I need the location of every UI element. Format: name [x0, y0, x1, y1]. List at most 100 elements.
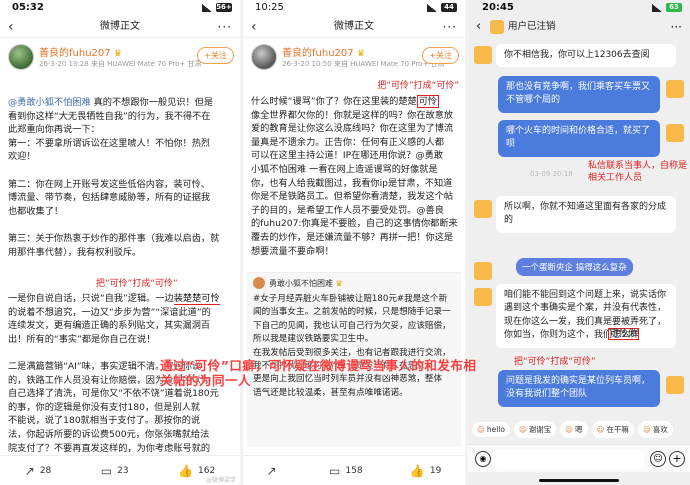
- contact-avatar[interactable]: [474, 200, 492, 218]
- sticker-message[interactable]: 一个蛋断央企 搞得这么复杂: [516, 258, 633, 276]
- contact-avatar[interactable]: [490, 20, 504, 34]
- avatar[interactable]: [8, 44, 34, 70]
- quick-reply-chip[interactable]: ☺ 在干嘛: [591, 420, 634, 438]
- message-bubble-incoming: 所以啊，你就不知道这里面有各家的分成的: [496, 196, 676, 233]
- quick-reply-chip[interactable]: ☺ 喜欢: [637, 420, 673, 438]
- message-input[interactable]: [496, 449, 644, 469]
- post-line: 不能说，说了180就相当于支付了。那按你的说: [8, 415, 201, 427]
- mention-link[interactable]: @勇敢小狐不怕困难: [8, 97, 91, 108]
- weibo-post-screen-2: 10:25 44 ‹ 微博正文 ··· 善良的fuhu207 ♛ 26-3-20…: [243, 0, 465, 485]
- status-bar: 10:25 44: [243, 0, 465, 16]
- post-line: 出！所有的“事实”都是你自己在说！: [8, 333, 156, 345]
- page-title: 微博正文: [100, 21, 140, 32]
- post-line: 的说着不想追究，一边又“步步为营”“深谙此道”的: [8, 306, 211, 318]
- typo-highlight-box: 可怜: [416, 95, 440, 108]
- follow-button[interactable]: +关注: [197, 47, 234, 64]
- post-line: 什么时候“谩骂”你了？你在这里装的楚楚 可怜: [251, 95, 440, 108]
- comment-icon: ▭: [329, 463, 341, 478]
- action-bar: ↗ ▭ 158 👍 19: [243, 455, 465, 485]
- author-name-link[interactable]: 善良的fuhu207 ♛: [39, 44, 122, 59]
- post-line: 欢迎！: [8, 151, 36, 163]
- post-body: @勇敢小狐不怕困难 真的不想跟你一般见识！但是 看到你这样“大无畏牺牲自我”的行…: [8, 96, 236, 259]
- repost-button[interactable]: ↗ 28: [25, 464, 52, 478]
- comment-button[interactable]: ▭ 23: [101, 464, 129, 478]
- post-line: 连续发文，更有编造正确的系列贴文，其实漏洞百: [8, 320, 211, 332]
- post-line: 博流量、带节奏，包括肆意威胁等，所有的证据我: [8, 192, 211, 204]
- status-time: 10:25: [255, 2, 284, 13]
- message-bubble-incoming: 咱们能不能回到这个问题上来，说实话你遇到这个事确实是个案，并没有代表性，现在你这…: [496, 284, 676, 348]
- annotation-contact: 私信联系当事人，自称是相关工作人员: [588, 161, 688, 183]
- post-line: 量真是不遗余力。正告你：任何有正义感的人都: [251, 136, 444, 148]
- battery-indicator: 63: [666, 3, 682, 12]
- page-title: 微博正文: [334, 21, 374, 32]
- emoji-icon[interactable]: ☺: [650, 451, 666, 467]
- quick-reply-bar: ☺ hello ☺ 谢谢宝 ☺ 嗯 ☺ 在干嘛 ☺ 喜欢: [468, 418, 690, 440]
- crown-icon: ♛: [356, 49, 365, 59]
- like-icon: 👍: [409, 463, 425, 478]
- more-icon[interactable]: ···: [443, 16, 457, 38]
- my-avatar[interactable]: [666, 124, 684, 142]
- top-nav: ‹ 微博正文 ···: [0, 16, 240, 38]
- message-input-bar: ◉ ☺ +: [468, 444, 690, 472]
- back-icon[interactable]: ‹: [251, 16, 257, 38]
- quick-reply-chip[interactable]: ☺ 嗯: [560, 420, 588, 438]
- back-icon[interactable]: ‹: [476, 16, 481, 38]
- contact-avatar[interactable]: [474, 46, 492, 64]
- battery-indicator: 56+: [216, 3, 232, 12]
- like-count: 162: [198, 465, 216, 476]
- post-line: 子的目的，是希望工作人员不要受处罚。@善良: [251, 204, 444, 216]
- back-icon[interactable]: ‹: [8, 16, 14, 38]
- quick-reply-chip[interactable]: ☺ hello: [472, 421, 510, 437]
- contact-avatar[interactable]: [474, 288, 492, 306]
- post-line: [8, 164, 236, 178]
- emoji-icon: ☺: [596, 424, 605, 434]
- comment-button[interactable]: ▭ 158: [329, 464, 363, 478]
- follow-button[interactable]: +关注: [422, 47, 459, 64]
- post-line: 你，也有人给我截图过，我看你ip是甘肃，不知道: [251, 177, 453, 189]
- quoted-line: 语气还是比较温柔，甚至有点唯唯诺诺。: [253, 387, 408, 398]
- post-line: 也都收集了！: [8, 205, 64, 217]
- more-icon[interactable]: ···: [218, 16, 232, 38]
- signal-icon: [202, 3, 212, 12]
- post-line: 的事，你的逻辑是你没有支付180，但是别人就: [8, 401, 201, 413]
- post-meta: 26-3-20 10:50 来自 HUAWEI Mate 70 Pro+ 甘肃: [282, 60, 445, 68]
- highlighted-phrase: 装楚楚可怜: [173, 293, 220, 305]
- message-bubble-outgoing: 那也没有竞争啊，我们乘客买车票又不管哪个局的: [498, 76, 660, 113]
- post-line: 爱的教育是让你这么没底线吗？你在这里为了博流: [251, 123, 454, 135]
- message-bubble-incoming: 你不相信我，你可以上12306去查阅: [496, 44, 676, 68]
- my-avatar[interactable]: [666, 376, 684, 394]
- quoted-line: 下自己的见闻，我也认可自己行为欠妥，应该赔偿，: [253, 320, 451, 331]
- like-button[interactable]: 👍 19: [410, 464, 441, 478]
- quoted-line: 所以我是建议铁路要实卫生中。: [253, 334, 374, 345]
- post-line: 想要流量不要命啊！: [251, 245, 334, 257]
- avatar[interactable]: [251, 44, 277, 70]
- post-line: 院支付了？不要再直发这样的，为你考虑账号就的: [8, 442, 211, 454]
- weibo-post-screen-1: 05:32 56+ ‹ 微博正文 ··· 善良的fuhu207 ♛ 26-3-2…: [0, 0, 240, 485]
- signal-icon: [652, 3, 662, 12]
- private-chat-screen: 20:45 63 ‹ 用户已注销 ··· 你不相信我，你可以上12306去查阅 …: [468, 0, 690, 485]
- quoted-author-row: 勇敢小狐不怕困难 ♛: [247, 273, 461, 293]
- voice-icon[interactable]: ◉: [475, 451, 491, 467]
- post-line: 看到你这样“大无畏牺牲自我”的行为，我不得不在: [8, 110, 211, 122]
- my-avatar[interactable]: [666, 80, 684, 98]
- more-icon[interactable]: ···: [671, 16, 682, 38]
- post-line: 一是你自说自话，只说“自我”逻辑。一边装楚楚可怜: [8, 293, 220, 305]
- repost-button[interactable]: ↗: [267, 464, 282, 478]
- quoted-line: 闻的当事女主。之前发帖的时候，只是想随手记录一: [253, 307, 451, 318]
- repost-icon: ↗: [266, 463, 277, 478]
- chat-title: 用户已注销: [508, 21, 556, 32]
- author-name-link[interactable]: 善良的fuhu207 ♛: [282, 44, 365, 59]
- post-line: 此郑重向你再说一下：: [8, 124, 100, 136]
- quick-reply-chip[interactable]: ☺ 谢谢宝: [513, 420, 557, 438]
- quoted-author: 勇敢小狐不怕困难 ♛: [269, 278, 343, 289]
- status-bar: 05:32 56+: [0, 0, 240, 16]
- author-row: 善良的fuhu207 ♛ 26-3-20 13:28 来自 HUAWEI Mat…: [0, 42, 240, 74]
- message-bubble-outgoing: 哪个火车的时间和价格合适，就买了呗: [498, 120, 660, 157]
- annotation-typo-1: 把“可伶”打成“可伶”: [96, 279, 178, 289]
- quoted-avatar: [253, 277, 265, 289]
- crown-icon: ♛: [335, 279, 343, 288]
- plus-icon[interactable]: +: [669, 451, 685, 467]
- contact-avatar[interactable]: [474, 262, 492, 280]
- quoted-line: #女子月经弄脏火车卧铺被让赔180元#我是这个新: [253, 294, 448, 304]
- status-time: 20:45: [482, 2, 514, 13]
